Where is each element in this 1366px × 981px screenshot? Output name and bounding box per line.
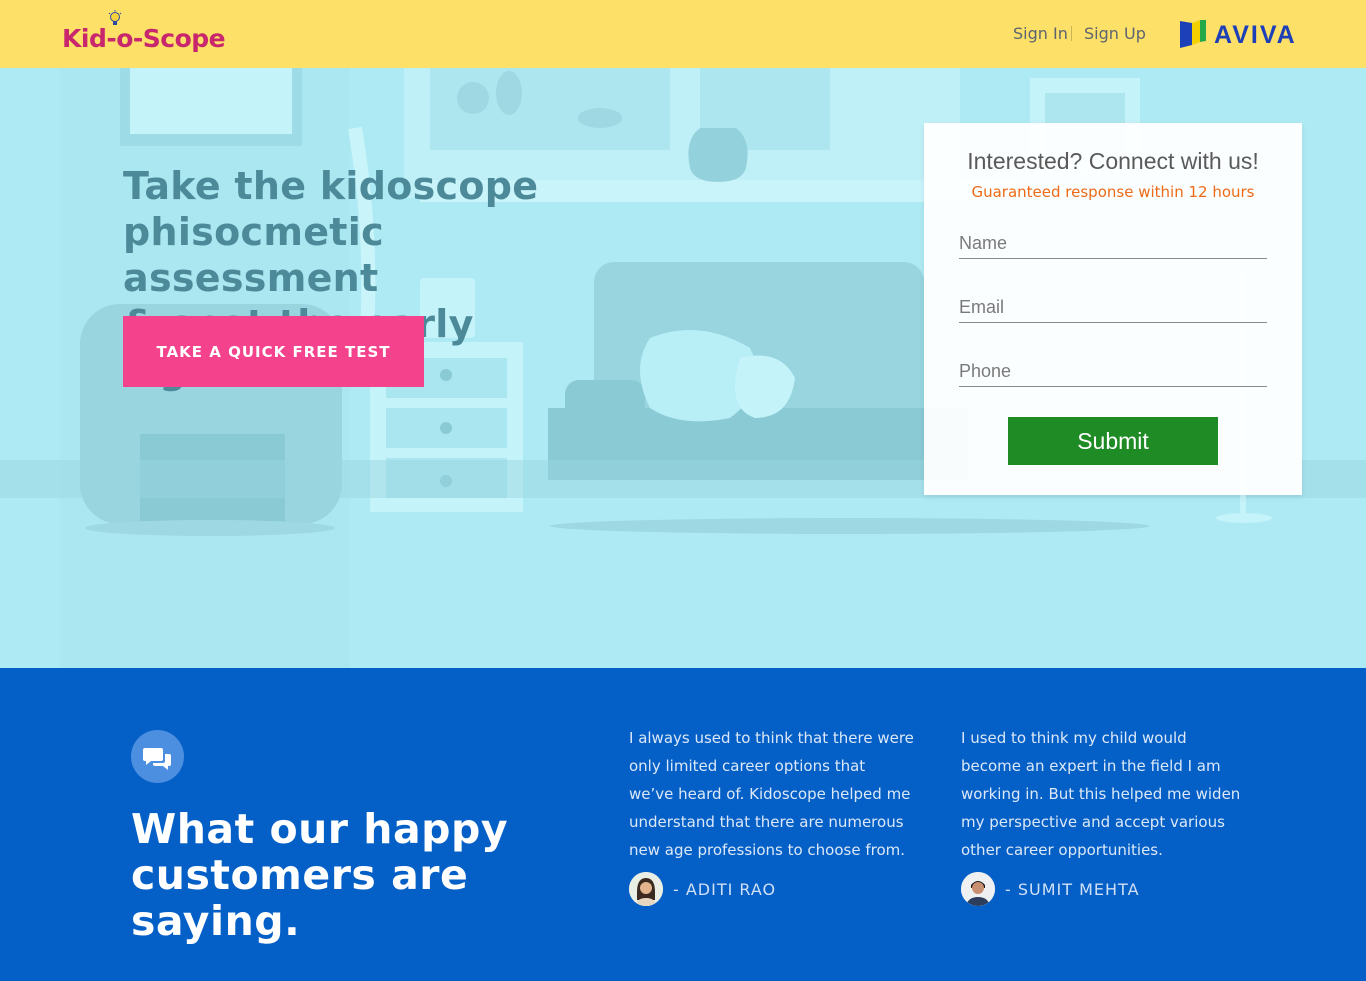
aviva-logo-text: AVIVA bbox=[1214, 21, 1297, 49]
form-subtitle: Guaranteed response within 12 hours bbox=[971, 183, 1255, 201]
take-free-test-button[interactable]: TAKE A QUICK FREE TEST bbox=[123, 316, 424, 387]
avatar-female-icon bbox=[629, 872, 663, 906]
author-name: - ADITI RAO bbox=[673, 879, 777, 899]
avatar bbox=[961, 872, 995, 906]
top-header: Kid-o-Scope Sign In Sign Up AVIVA bbox=[0, 0, 1366, 68]
testimonial-author: - SUMIT MEHTA bbox=[961, 872, 1140, 906]
hero-title-line: phisocmetic assessment bbox=[123, 210, 384, 300]
avatar-male-icon bbox=[961, 872, 995, 906]
nav-divider bbox=[1071, 26, 1072, 41]
aviva-logo-icon bbox=[1180, 20, 1206, 48]
phone-input[interactable] bbox=[959, 357, 1267, 387]
aviva-logo: AVIVA bbox=[1178, 19, 1304, 49]
sign-in-link[interactable]: Sign In bbox=[1013, 24, 1068, 43]
testimonial-quote: I used to think my child would become an… bbox=[961, 729, 1241, 859]
testimonials-section: What our happy customers are saying. I a… bbox=[0, 668, 1366, 981]
author-name: - SUMIT MEHTA bbox=[1005, 879, 1140, 899]
avatar bbox=[629, 872, 663, 906]
heading-line: customers are saying. bbox=[131, 851, 469, 945]
heading-line: What our happy bbox=[131, 805, 509, 853]
hero-title-line: Take the kidoscope bbox=[123, 164, 539, 208]
hero-section: Take the kidoscope phisocmetic assessmen… bbox=[0, 68, 1366, 668]
form-title: Interested? Connect with us! bbox=[967, 148, 1259, 174]
testimonial-author: - ADITI RAO bbox=[629, 872, 776, 906]
testimonials-heading: What our happy customers are saying. bbox=[131, 806, 571, 944]
logo-text: Kid-o-Scope bbox=[62, 24, 226, 53]
name-input[interactable] bbox=[959, 229, 1267, 259]
chat-bubbles-glyph bbox=[143, 748, 171, 770]
sign-up-link[interactable]: Sign Up bbox=[1084, 24, 1146, 43]
submit-button[interactable]: Submit bbox=[1008, 417, 1218, 465]
email-input[interactable] bbox=[959, 293, 1267, 323]
contact-form-card: Interested? Connect with us! Guaranteed … bbox=[924, 123, 1302, 495]
chat-bubbles-icon bbox=[131, 730, 184, 783]
testimonial-quote: I always used to think that there were o… bbox=[629, 729, 914, 859]
